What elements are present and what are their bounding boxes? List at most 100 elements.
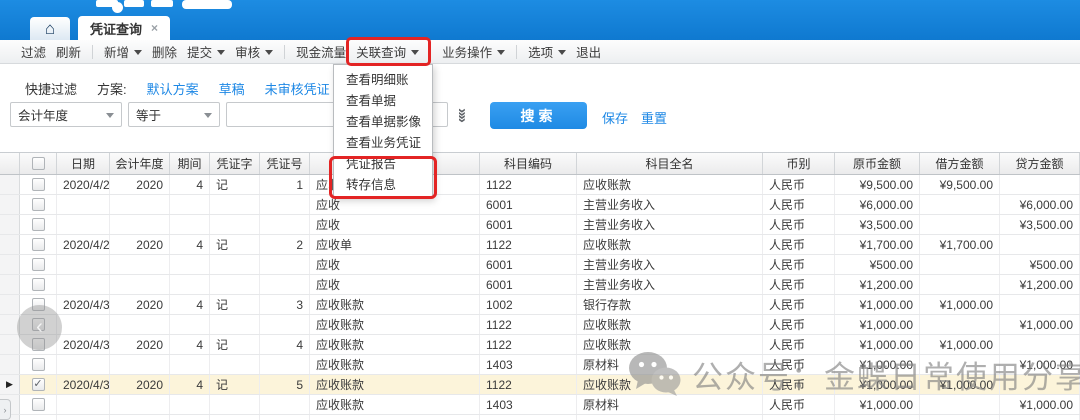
table-row[interactable]: 应收6001主营业务收入人民币¥500.00¥500.00	[0, 255, 1080, 275]
checkbox-cell	[20, 255, 57, 274]
field-select[interactable]: 会计年度	[10, 102, 122, 127]
menu-item-转存信息[interactable]: 转存信息	[334, 173, 432, 194]
close-icon[interactable]: ×	[151, 21, 158, 35]
toolbar-button-刷新[interactable]: 刷新	[51, 40, 86, 63]
table-row[interactable]: 2020/4/2120204记2应收单1122应收账款人民币¥1,700.00¥…	[0, 235, 1080, 255]
quick-filter-label: 快捷过滤	[25, 79, 77, 98]
panel-expand-handle[interactable]: ›	[0, 399, 11, 420]
column-header-贷方金额[interactable]: 贷方金额	[1000, 153, 1080, 174]
toolbar-button-选项[interactable]: 选项	[523, 40, 571, 63]
cell-word: 记	[210, 375, 260, 394]
menu-item-查看单据[interactable]: 查看单据	[334, 89, 432, 110]
cell-year	[110, 315, 170, 334]
toolbar-button-审核[interactable]: 审核	[230, 40, 278, 63]
menu-item-查看业务凭证[interactable]: 查看业务凭证	[334, 131, 432, 152]
scheme-label: 方案:	[97, 79, 127, 98]
expand-more-icon[interactable]: »»	[454, 108, 471, 121]
cell-code: 6001	[480, 215, 577, 234]
cell-credit	[1000, 235, 1080, 254]
floating-nav-button[interactable]: ‹	[17, 305, 62, 350]
menu-item-查看明细账[interactable]: 查看明细账	[334, 68, 432, 89]
cell-period	[170, 355, 210, 374]
row-checkbox[interactable]	[32, 238, 45, 251]
cell-debit: ¥9,500.00	[920, 175, 1000, 194]
column-header[interactable]	[0, 153, 20, 174]
cell-debit	[920, 315, 1000, 334]
row-indicator	[0, 295, 20, 314]
toolbar-button-过滤[interactable]: 过滤	[16, 40, 51, 63]
toolbar-button-业务操作[interactable]: 业务操作	[437, 40, 510, 63]
column-header-会计年度[interactable]: 会计年度	[110, 153, 170, 174]
search-button[interactable]: 搜索	[490, 102, 587, 129]
table-row[interactable]: 2020/4/2020204记1应收单1122应收账款人民币¥9,500.00¥…	[0, 175, 1080, 195]
cell-credit	[1000, 375, 1080, 394]
scheme-link-未审核凭证[interactable]: 未审核凭证	[265, 79, 330, 98]
tab-voucher-query[interactable]: 凭证查询 ×	[78, 16, 170, 40]
row-checkbox[interactable]	[32, 178, 45, 191]
toolbar-button-退出[interactable]: 退出	[571, 40, 606, 63]
cell-empty	[20, 415, 57, 420]
chevron-right-icon: ›	[4, 405, 7, 415]
toolbar-button-label: 选项	[528, 42, 553, 61]
row-checkbox[interactable]: ✓	[32, 378, 45, 391]
tab-home[interactable]: ⌂	[30, 17, 70, 40]
table-row[interactable]: 应收6001主营业务收入人民币¥1,200.00¥1,200.00	[0, 275, 1080, 295]
row-checkbox[interactable]	[32, 398, 45, 411]
column-header-期间[interactable]: 期间	[170, 153, 210, 174]
toolbar-button-新增[interactable]: 新增	[99, 40, 147, 63]
table-row[interactable]: 应收6001主营业务收入人民币¥3,500.00¥3,500.00	[0, 215, 1080, 235]
table-row[interactable]: 应收账款1403原材料人民币¥1,000.00¥1,000.00	[0, 355, 1080, 375]
cell-empty	[920, 415, 1000, 420]
select-all-checkbox[interactable]	[32, 157, 45, 170]
column-header-原币金额[interactable]: 原币金额	[835, 153, 920, 174]
cell-empty	[210, 415, 260, 420]
column-header-凭证字[interactable]: 凭证字	[210, 153, 260, 174]
table-row[interactable]: 应收6001主营业务收入人民币¥6,000.00¥6,000.00	[0, 195, 1080, 215]
table-row[interactable]: ▶✓2020/4/3020204记5应收账款1122应收账款人民币¥1,000.…	[0, 375, 1080, 395]
table-row[interactable]: 应收账款1122应收账款人民币¥1,000.00¥1,000.00	[0, 315, 1080, 335]
cell-cur: 人民币	[763, 295, 835, 314]
row-checkbox[interactable]	[32, 278, 45, 291]
column-header-币别[interactable]: 币别	[763, 153, 835, 174]
row-checkbox[interactable]	[32, 218, 45, 231]
filter-controls: 会计年度 等于 0 »» 搜索 保存 重置	[0, 102, 1080, 130]
title-bar: ⌂ 凭证查询 ×	[0, 0, 1080, 40]
row-checkbox[interactable]	[32, 198, 45, 211]
toolbar-button-关联查询[interactable]: 关联查询	[351, 40, 424, 63]
row-checkbox[interactable]	[32, 258, 45, 271]
cell-word	[210, 255, 260, 274]
column-header-科目编码[interactable]: 科目编码	[480, 153, 577, 174]
table-row[interactable]: 应收账款1403原材料人民币¥1,000.00¥1,000.00	[0, 395, 1080, 415]
menu-item-查看单据影像[interactable]: 查看单据影像	[334, 110, 432, 131]
cell-code: 1403	[480, 395, 577, 414]
save-link[interactable]: 保存	[602, 108, 628, 127]
column-header-凭证号[interactable]: 凭证号	[260, 153, 310, 174]
cell-empty	[763, 415, 835, 420]
cell-name: 银行存款	[577, 295, 763, 314]
table-row[interactable]: 2020/4/3020204记4应收账款1122应收账款人民币¥1,000.00…	[0, 335, 1080, 355]
row-checkbox[interactable]	[32, 358, 45, 371]
cell-cur: 人民币	[763, 275, 835, 294]
column-header-借方金额[interactable]: 借方金额	[920, 153, 1000, 174]
toolbar-button-提交[interactable]: 提交	[182, 40, 230, 63]
cell-period: 4	[170, 175, 210, 194]
table-row[interactable]: 2020/4/3020204记3应收账款1002银行存款人民币¥1,000.00…	[0, 295, 1080, 315]
column-header-科目全名[interactable]: 科目全名	[577, 153, 763, 174]
field-select-value: 会计年度	[18, 105, 68, 124]
chevron-down-icon	[204, 113, 212, 118]
toolbar-button-删除[interactable]: 删除	[147, 40, 182, 63]
column-header-日期[interactable]: 日期	[57, 153, 110, 174]
scheme-link-默认方案[interactable]: 默认方案	[147, 79, 199, 98]
scheme-link-草稿[interactable]: 草稿	[219, 79, 245, 98]
cell-year: 2020	[110, 235, 170, 254]
cell-period	[170, 275, 210, 294]
cell-date	[57, 215, 110, 234]
menu-item-凭证报告[interactable]: 凭证报告	[334, 152, 432, 173]
cell-code: 1403	[480, 355, 577, 374]
toolbar-button-现金流量[interactable]: 现金流量	[291, 40, 351, 63]
column-header[interactable]	[20, 153, 57, 174]
operator-select[interactable]: 等于	[128, 102, 220, 127]
reset-link[interactable]: 重置	[641, 108, 667, 127]
cell-name: 应收账款	[577, 375, 763, 394]
cell-debit	[920, 395, 1000, 414]
